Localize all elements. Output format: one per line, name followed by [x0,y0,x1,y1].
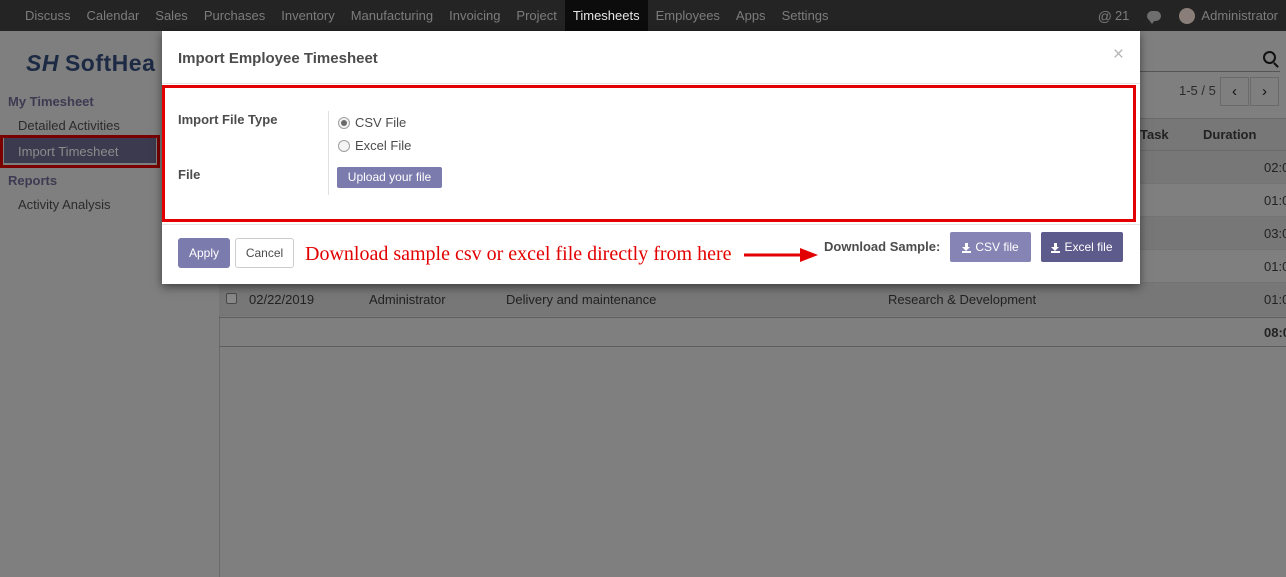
import-timesheet-dialog: Import Employee Timesheet × Import File … [162,31,1140,284]
highlight-box [162,85,1136,222]
download-csv-label: CSV file [975,240,1019,254]
divider [328,111,329,195]
menu-employees[interactable]: Employees [648,0,728,31]
radio-excel-file[interactable]: Excel File [338,138,411,153]
menu-apps[interactable]: Apps [728,0,774,31]
menu-invoicing[interactable]: Invoicing [441,0,508,31]
radio-excel-label[interactable]: Excel File [355,138,411,153]
user-menu[interactable]: Administrator [1201,8,1278,23]
avatar[interactable] [1179,7,1196,24]
cell-duration: 03:0 [1264,226,1286,241]
download-excel-button[interactable]: Excel file [1041,232,1123,262]
close-icon[interactable]: × [1113,44,1124,66]
radio-checked-icon[interactable] [338,116,350,129]
chat-icon[interactable] [1147,10,1162,24]
download-excel-label: Excel file [1064,240,1113,254]
radio-unchecked-icon[interactable] [338,139,350,152]
column-task[interactable]: Task [1140,127,1169,142]
menu-inventory[interactable]: Inventory [273,0,342,31]
search-input[interactable] [1140,46,1280,72]
cell-project: Research & Development [888,292,1037,307]
radio-csv-label[interactable]: CSV File [355,115,406,130]
menu-calendar[interactable]: Calendar [79,0,148,31]
menu-manufacturing[interactable]: Manufacturing [343,0,441,31]
menu-settings[interactable]: Settings [774,0,837,31]
cell-date: 02/22/2019 [249,292,315,307]
sidebar-item-detailed-activities[interactable]: Detailed Activities [18,118,120,133]
menu-purchases[interactable]: Purchases [196,0,273,31]
download-icon [962,243,972,253]
sidebar-section-reports: Reports [8,173,58,188]
dialog-title: Import Employee Timesheet [178,50,378,67]
row-checkbox[interactable] [226,293,237,304]
cell-duration: 01:0 [1264,193,1286,208]
cell-description: Delivery and maintenance [506,292,657,307]
file-label: File [178,167,201,182]
menu-timesheets[interactable]: Timesheets [564,0,648,31]
pager-next-button[interactable]: › [1250,77,1279,106]
radio-csv-file[interactable]: CSV File [338,115,406,130]
menu-project[interactable]: Project [508,0,564,31]
top-navbar: Discuss Calendar Sales Purchases Invento… [0,0,1286,31]
apply-button[interactable]: Apply [178,238,230,268]
file-type-label: Import File Type [178,112,278,127]
upload-file-button[interactable]: Upload your file [337,167,442,188]
search-icon[interactable] [1263,51,1276,64]
download-sample-label: Download Sample: [824,239,941,254]
divider [162,224,1140,225]
menu-discuss[interactable]: Discuss [17,0,79,31]
cell-duration: 01:0 [1264,259,1286,274]
cell-duration: 02:0 [1264,160,1286,175]
cell-duration: 01:0 [1264,292,1286,307]
download-csv-button[interactable]: CSV file [950,232,1031,262]
navbar-systray: @ 21 Administrator [1098,0,1278,31]
sidebar-item-activity-analysis[interactable]: Activity Analysis [18,197,110,212]
cell-user: Administrator [369,292,446,307]
cancel-button[interactable]: Cancel [235,238,294,268]
total-duration: 08:0 [1264,325,1286,340]
mention-icon[interactable]: @ [1098,8,1112,24]
menu-sales[interactable]: Sales [147,0,196,31]
column-duration[interactable]: Duration [1203,127,1256,142]
sidebar-highlight-box [0,135,160,168]
annotation-text: Download sample csv or excel file direct… [305,243,732,265]
pager-value: 1-5 / 5 [1179,83,1216,98]
main-menu: Discuss Calendar Sales Purchases Invento… [17,0,837,31]
company-logo: SH SoftHea [26,50,156,76]
sidebar-section-my-timesheet: My Timesheet [8,94,94,109]
pager-previous-button[interactable]: ‹ [1220,77,1249,106]
divider [162,83,1140,84]
download-icon [1051,243,1061,253]
table-total-row: 08:0 [219,317,1286,347]
arrow-right-icon [744,248,818,262]
table-row[interactable]: 02/22/2019 Administrator Delivery and ma… [219,283,1286,316]
mention-count: 21 [1114,8,1130,23]
